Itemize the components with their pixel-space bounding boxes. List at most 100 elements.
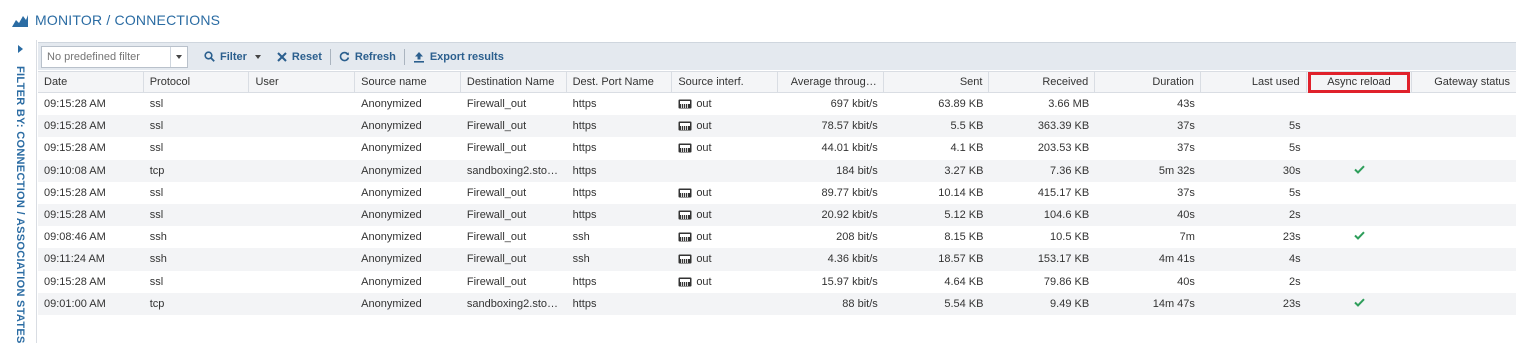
cell-duration: 7m	[1179, 231, 1195, 244]
cell-last-used: 2s	[1289, 208, 1301, 221]
interface-label: out	[696, 186, 712, 199]
cell-duration: 37s	[1177, 186, 1195, 199]
cell-date: 09:08:46 AM	[44, 231, 106, 244]
reset-button-label: Reset	[291, 50, 322, 63]
table-row[interactable]: 09:15:28 AM ssl Anonymized Firewall_out http…	[38, 137, 1516, 159]
cell-average-throughput: 184 bit/s	[836, 164, 878, 177]
cell-dest-port-name: ssh	[572, 253, 590, 266]
cell-received: 9.49 KB	[1050, 297, 1090, 310]
cell-duration: 40s	[1177, 275, 1195, 288]
cell-source-interface: out	[672, 182, 778, 204]
cell-last-used	[1201, 93, 1307, 115]
cell-source-name: Anonymized	[361, 231, 422, 244]
interface-label: out	[696, 120, 712, 133]
cell-duration: 43s	[1177, 98, 1195, 110]
table-row[interactable]: 09:15:28 AM ssl Anonymized Firewall_out http…	[38, 203, 1516, 227]
cell-source-name: Anonymized	[361, 297, 422, 310]
table-row[interactable]: 09:01:00 AM tcp Anonymized sandboxing2.stor…	[38, 292, 1516, 315]
cell-gateway-status	[1412, 226, 1516, 248]
cell-received: 3.66 MB	[1048, 98, 1090, 110]
cell-date: 09:10:08 AM	[44, 164, 106, 177]
cell-date: 09:15:28 AM	[44, 208, 106, 221]
table-row[interactable]: 09:15:28 AM ssl Anonymized Firewall_out http…	[38, 93, 1516, 115]
table-row[interactable]: 09:15:28 AM ssl Anonymized Firewall_out http…	[38, 115, 1516, 138]
table-body: 09:15:28 AM ssl Anonymized Firewall_outhttp…	[38, 93, 1516, 315]
interface-label: out	[696, 98, 712, 110]
cell-source-interface: out	[672, 115, 778, 137]
cell-source-name: Anonymized	[361, 142, 422, 155]
cell-async-reload	[1307, 271, 1413, 293]
cell-average-throughput: 20.92 kbit/s	[821, 208, 878, 221]
cell-gateway-status	[1412, 137, 1516, 159]
column-header-average-throughput[interactable]: Average throug…	[778, 72, 884, 93]
cell-async-reload	[1307, 160, 1413, 182]
cell-average-throughput: 208 bit/s	[836, 231, 878, 244]
expand-arrow-icon[interactable]	[18, 45, 23, 53]
cell-sent: 8.15 KB	[944, 231, 984, 244]
check-icon	[1354, 160, 1365, 182]
column-header-user[interactable]: User	[249, 72, 356, 93]
network-interface-icon	[678, 121, 692, 131]
cell-date: 09:01:00 AM	[44, 297, 106, 310]
cell-dest-port-name: https	[572, 297, 597, 310]
column-header-protocol[interactable]: Protocol	[144, 72, 250, 93]
cell-received: 153.17 KB	[1037, 253, 1090, 266]
cell-async-reload	[1307, 115, 1413, 137]
filter-button-label: Filter	[220, 50, 247, 63]
column-header-duration[interactable]: Duration	[1095, 72, 1201, 93]
predefined-filter-input[interactable]	[42, 46, 170, 67]
filter-panel-label[interactable]: FILTER BY: CONNECTION / ASSOCIATION STAT…	[14, 66, 26, 343]
filter-button[interactable]: Filter	[198, 46, 267, 68]
cell-user	[249, 293, 355, 315]
filter-dropdown-trigger[interactable]	[170, 46, 187, 67]
table-row[interactable]: 09:15:28 AM ssl Anonymized Firewall_out http…	[38, 182, 1516, 204]
cell-source-interface: out	[672, 204, 778, 226]
column-header-sent[interactable]: Sent	[884, 72, 990, 93]
cell-gateway-status	[1412, 93, 1516, 115]
network-interface-icon	[678, 99, 692, 109]
cell-user	[249, 93, 355, 115]
cell-source-name: Anonymized	[361, 186, 422, 199]
export-results-button[interactable]: Export results	[407, 46, 510, 68]
network-interface-icon	[678, 232, 692, 242]
table-row[interactable]: 09:11:24 AM ssh Anonymized Firewall_out ssh o…	[38, 248, 1516, 271]
cell-dest-port-name: https	[572, 275, 597, 288]
cell-user	[249, 182, 355, 204]
column-header-dest-port-name[interactable]: Dest. Port Name	[567, 72, 673, 93]
cell-date: 09:15:28 AM	[44, 98, 106, 110]
cell-protocol: ssl	[149, 186, 164, 199]
cell-received: 79.86 KB	[1043, 275, 1090, 288]
cell-source-name: Anonymized	[361, 120, 422, 133]
table-row[interactable]: 09:10:08 AM tcp Anonymized sandboxing2.stor…	[38, 159, 1516, 182]
cell-destination-name: Firewall_out	[466, 142, 527, 155]
cell-duration: 37s	[1177, 120, 1195, 133]
filter-side-panel[interactable]: FILTER BY: CONNECTION / ASSOCIATION STAT…	[0, 40, 37, 343]
cell-user	[249, 137, 355, 159]
cell-sent: 3.27 KB	[944, 164, 984, 177]
cell-source-interface: out	[672, 226, 778, 248]
cell-date: 09:15:28 AM	[44, 186, 106, 199]
table-row[interactable]: 09:15:28 AM ssl Anonymized Firewall_out http…	[38, 271, 1516, 293]
column-header-last-used[interactable]: Last used	[1201, 72, 1307, 93]
column-header-date[interactable]: Date	[38, 72, 144, 93]
cell-duration: 4m 41s	[1158, 253, 1195, 266]
reset-button[interactable]: Reset	[271, 46, 328, 68]
cell-protocol: ssl	[149, 275, 164, 288]
cell-gateway-status	[1412, 115, 1516, 137]
cell-user	[249, 248, 355, 270]
column-header-async-reload[interactable]: Async reload	[1307, 72, 1413, 93]
column-header-source-interface[interactable]: Source interf.	[672, 72, 779, 93]
cell-sent: 10.14 KB	[938, 186, 984, 199]
table-row[interactable]: 09:08:46 AM ssh Anonymized Firewall_out ssh o…	[38, 226, 1516, 248]
column-header-source-name[interactable]: Source name	[355, 72, 461, 93]
refresh-button-label: Refresh	[354, 50, 396, 63]
cell-async-reload	[1307, 204, 1413, 226]
cell-duration: 14m 47s	[1152, 297, 1195, 310]
network-interface-icon	[678, 254, 692, 264]
column-header-received[interactable]: Received	[989, 72, 1096, 93]
column-header-destination-name[interactable]: Destination Name	[461, 72, 567, 93]
predefined-filter-select[interactable]	[41, 45, 188, 68]
refresh-button[interactable]: Refresh	[333, 46, 402, 68]
page-title: MONITOR / CONNECTIONS	[35, 12, 221, 28]
column-header-gateway-status[interactable]: Gateway status	[1412, 72, 1516, 93]
